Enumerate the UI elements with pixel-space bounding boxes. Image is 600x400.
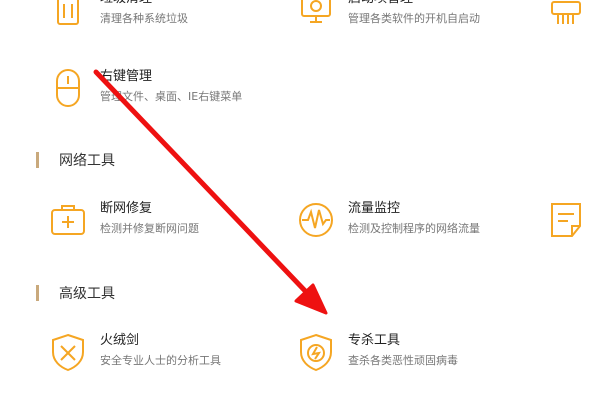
tool-virus-killer[interactable]: 专杀工具 查杀各类恶性顽固病毒: [296, 332, 458, 372]
tool-title: 垃圾清理: [100, 0, 188, 8]
notepad-icon: [546, 200, 586, 240]
tool-right-click-manager[interactable]: 右键管理 管理文件、桌面、IE右键菜单: [48, 68, 242, 108]
tool-title: 启动项管理: [348, 0, 480, 8]
section-advanced-tools: 高级工具: [36, 283, 115, 303]
first-aid-kit-icon: [48, 200, 88, 240]
tool-huorong-sword[interactable]: 火绒剑 安全专业人士的分析工具: [48, 332, 221, 372]
tool-network-repair[interactable]: 断网修复 检测并修复断网问题: [48, 200, 199, 240]
section-marker: [36, 285, 39, 301]
tool-desc: 检测及控制程序的网络流量: [348, 222, 480, 235]
tool-trash-cleanup[interactable]: 垃圾清理 清理各种系统垃圾: [48, 0, 188, 30]
tool-desc: 安全专业人士的分析工具: [100, 354, 221, 367]
shredder-icon: [546, 0, 586, 32]
tool-startup-manager[interactable]: 启动项管理 管理各类软件的开机自启动: [296, 0, 480, 30]
tool-shredder[interactable]: [546, 0, 586, 32]
tool-title: 火绒剑: [100, 333, 140, 348]
tool-title: 断网修复: [100, 201, 153, 216]
tool-title: 右键管理: [100, 69, 153, 84]
tool-traffic-monitor[interactable]: 流量监控 检测及控制程序的网络流量: [296, 200, 480, 240]
section-title: 网络工具: [59, 153, 115, 169]
trash-icon: [48, 0, 88, 30]
section-marker: [36, 152, 39, 168]
traffic-monitor-icon: [296, 200, 336, 240]
tool-desc: 清理各种系统垃圾: [100, 12, 188, 25]
tool-title: 专杀工具: [348, 333, 401, 348]
tool-desc: 检测并修复断网问题: [100, 222, 199, 235]
startup-monitor-icon: [296, 0, 336, 30]
tool-desc: 管理文件、桌面、IE右键菜单: [100, 90, 243, 103]
mouse-icon: [48, 68, 88, 108]
tool-desc: 管理各类软件的开机自启动: [348, 12, 480, 25]
tool-notepad[interactable]: [546, 200, 586, 240]
shield-sword-icon: [48, 332, 88, 372]
shield-bolt-icon: [296, 332, 336, 372]
section-title: 高级工具: [59, 286, 115, 302]
section-network-tools: 网络工具: [36, 150, 115, 170]
tool-title: 流量监控: [348, 201, 401, 216]
tool-desc: 查杀各类恶性顽固病毒: [348, 354, 458, 367]
